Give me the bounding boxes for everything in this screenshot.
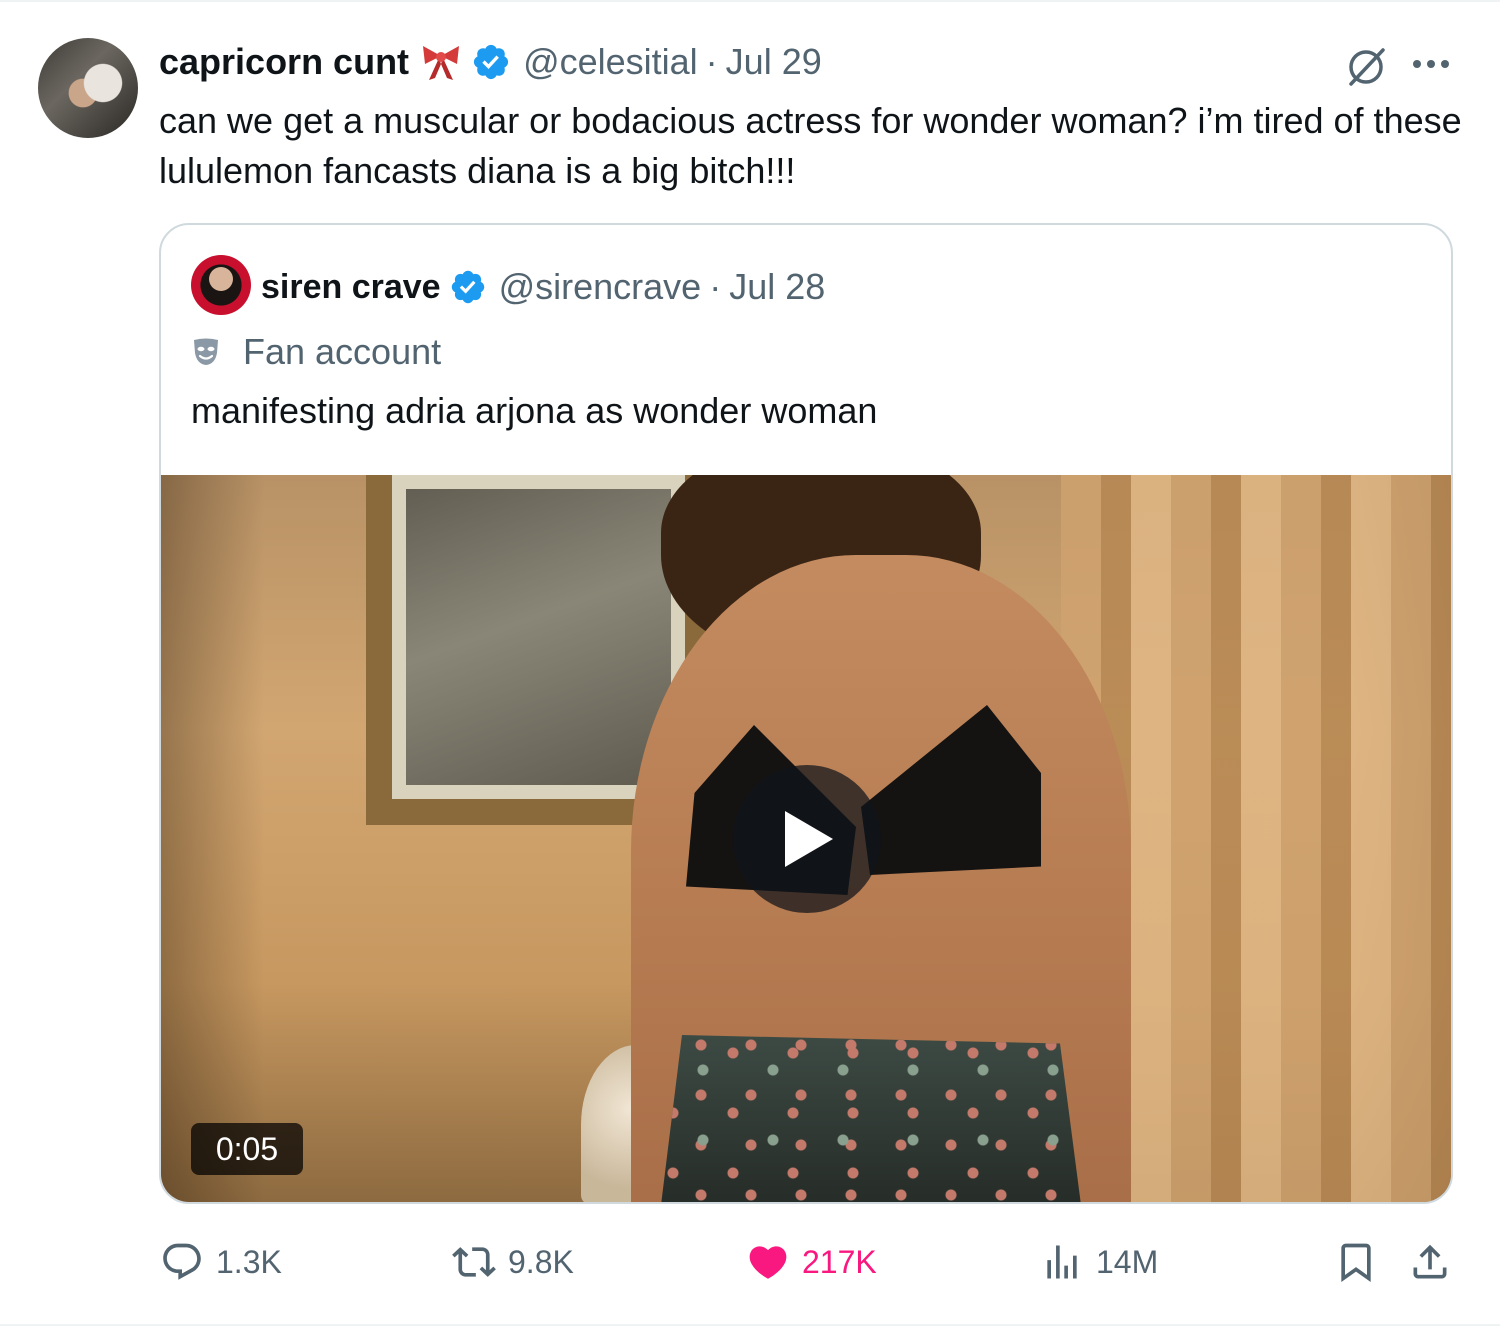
reply-count: 1.3K: [216, 1243, 282, 1280]
play-button[interactable]: [733, 765, 881, 913]
heart-filled-icon: [749, 1246, 787, 1279]
theater-mask-icon: [194, 338, 218, 365]
play-icon: [785, 811, 833, 867]
bookmark-icon: [1341, 1243, 1371, 1283]
video-duration-badge: 0:05: [191, 1123, 303, 1175]
quoted-tweet-date[interactable]: Jul 28: [729, 266, 825, 308]
tweet-date[interactable]: Jul 29: [726, 41, 822, 83]
tweet-header: capricorn cunt @celesitial · Jul 29: [159, 40, 822, 84]
quoted-header-separator: ·: [709, 266, 722, 307]
like-count: 217K: [802, 1243, 877, 1280]
analytics-bars-icon: [1047, 1245, 1077, 1279]
header-separator: ·: [705, 41, 718, 82]
video-frame-skirt: [661, 1035, 1081, 1202]
author-display-name[interactable]: capricorn cunt: [159, 41, 409, 83]
quoted-author-avatar[interactable]: [191, 255, 251, 315]
video-player[interactable]: 0:05: [161, 475, 1451, 1202]
grok-icon[interactable]: [1343, 44, 1389, 90]
verified-badge-icon: [451, 270, 484, 304]
tweet-text: can we get a muscular or bodacious actre…: [159, 100, 1462, 191]
retweet-icon: [452, 1247, 496, 1277]
quoted-tweet-text: manifesting adria arjona as wonder woman: [191, 390, 878, 431]
views-button[interactable]: 14M: [1040, 1234, 1158, 1290]
quoted-tweet-header: siren crave @sirencrave · Jul 28: [261, 265, 825, 309]
tweet-actions-bar: 1.3K 9.8K 217K 14M: [160, 1234, 1460, 1290]
like-button[interactable]: 217K: [746, 1234, 877, 1290]
verified-badge-icon: [473, 44, 509, 80]
share-upload-icon: [1413, 1244, 1447, 1279]
quoted-author-display-name[interactable]: siren crave: [261, 268, 441, 307]
quoted-tweet[interactable]: siren crave @sirencrave · Jul 28 Fan acc…: [159, 223, 1453, 1204]
tweet-container: capricorn cunt @celesitial · Jul 29 can …: [0, 0, 1500, 1326]
more-dots-icon[interactable]: [1411, 58, 1451, 70]
reply-icon: [163, 1243, 201, 1280]
retweet-button[interactable]: 9.8K: [452, 1234, 574, 1290]
share-button[interactable]: [1408, 1234, 1452, 1290]
retweet-count: 9.8K: [508, 1243, 574, 1280]
reply-button[interactable]: 1.3K: [160, 1234, 282, 1290]
account-label-text: Fan account: [243, 331, 442, 372]
account-label: Fan account: [191, 329, 441, 375]
views-count: 14M: [1096, 1243, 1159, 1280]
ribbon-bow-icon: [423, 46, 460, 80]
quoted-author-handle[interactable]: @sirencrave: [499, 266, 702, 308]
author-handle[interactable]: @celesitial: [523, 41, 698, 83]
author-avatar[interactable]: [38, 38, 138, 138]
bookmark-button[interactable]: [1334, 1234, 1378, 1290]
